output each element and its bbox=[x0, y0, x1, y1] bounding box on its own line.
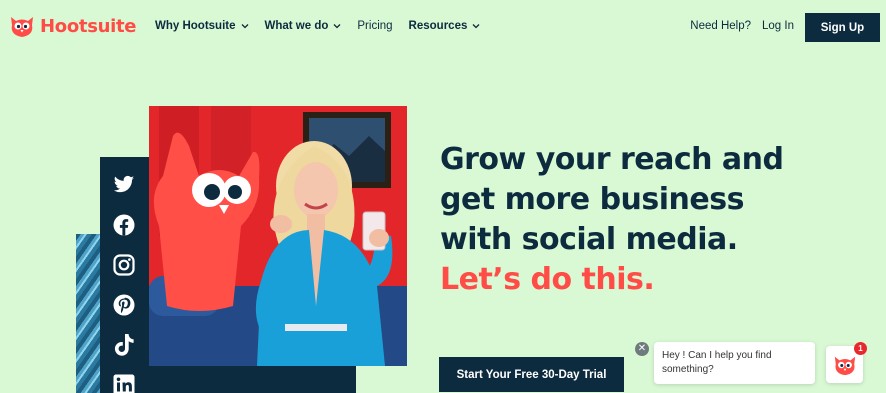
site-header: Hootsuite Why Hootsuite What we do Prici… bbox=[0, 0, 886, 55]
hero-photo bbox=[149, 106, 407, 366]
facebook-icon[interactable] bbox=[112, 212, 136, 238]
need-help-link[interactable]: Need Help? bbox=[690, 20, 751, 32]
brand-logo[interactable]: Hootsuite bbox=[8, 13, 137, 39]
water-texture-image bbox=[76, 234, 102, 393]
chevron-down-icon bbox=[241, 24, 248, 29]
free-trial-button[interactable]: Start Your Free 30-Day Trial bbox=[439, 357, 624, 392]
hero-tagline: Let’s do this. bbox=[440, 262, 655, 297]
pinterest-icon[interactable] bbox=[112, 292, 136, 318]
twitter-icon[interactable] bbox=[112, 172, 136, 198]
login-link[interactable]: Log In bbox=[762, 20, 794, 32]
hero-illustration bbox=[149, 106, 407, 366]
social-icon-list bbox=[112, 172, 138, 393]
brand-name: Hootsuite bbox=[40, 15, 137, 37]
nav-item-label: Pricing bbox=[357, 20, 393, 32]
nav-pricing[interactable]: Pricing bbox=[357, 20, 392, 32]
owl-chat-icon bbox=[834, 356, 855, 375]
close-icon: ✕ bbox=[637, 343, 647, 354]
owl-logo-icon bbox=[11, 17, 33, 37]
nav-item-label: What we do bbox=[264, 20, 329, 32]
chevron-down-icon bbox=[472, 24, 480, 29]
chat-notification-badge: 1 bbox=[854, 342, 867, 355]
headline-text: Grow your reach and get more business wi… bbox=[440, 142, 784, 257]
tiktok-icon[interactable] bbox=[112, 332, 136, 358]
nav-why-hootsuite[interactable]: Why Hootsuite bbox=[155, 20, 249, 32]
chat-message-bubble[interactable]: Hey ! Can I help you find something? bbox=[654, 342, 815, 384]
signup-button[interactable]: Sign Up bbox=[805, 13, 880, 42]
linkedin-icon[interactable] bbox=[112, 372, 136, 393]
header-links: Need Help? Log In bbox=[690, 20, 794, 32]
main-nav: Why Hootsuite What we do Pricing Resourc… bbox=[155, 20, 496, 32]
chevron-down-icon bbox=[333, 24, 341, 29]
instagram-icon[interactable] bbox=[112, 252, 136, 278]
nav-what-we-do[interactable]: What we do bbox=[265, 20, 342, 32]
nav-resources[interactable]: Resources bbox=[409, 20, 481, 32]
nav-item-label: Resources bbox=[408, 20, 468, 32]
chat-close-button[interactable]: ✕ bbox=[635, 342, 649, 356]
nav-item-label: Why Hootsuite bbox=[155, 20, 236, 32]
hero-headline: Grow your reach and get more business wi… bbox=[440, 140, 800, 300]
